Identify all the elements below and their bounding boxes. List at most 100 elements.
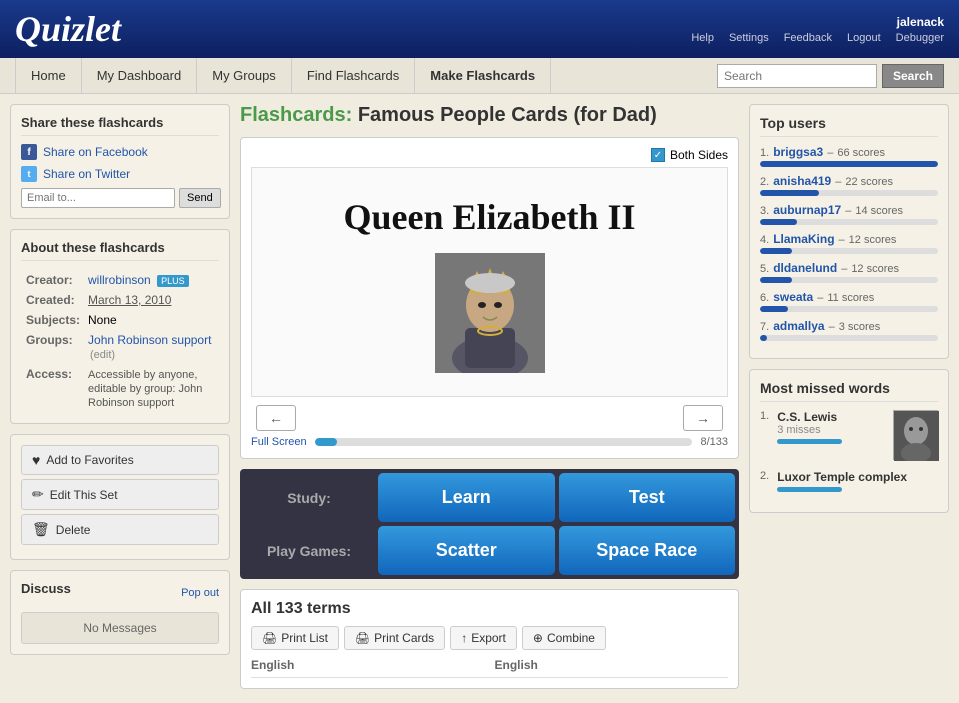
user-link[interactable]: sweata: [773, 290, 813, 304]
user-row: 5. dldanelund – 12 scores: [760, 261, 938, 275]
learn-button[interactable]: Learn: [378, 473, 555, 522]
user-rank: 2.: [760, 176, 769, 188]
list-item: 2. anisha419 – 22 scores: [760, 174, 938, 196]
nav-find[interactable]: Find Flashcards: [292, 58, 415, 93]
settings-link[interactable]: Settings: [729, 32, 769, 44]
queen-svg: [435, 253, 545, 373]
about-section: About these flashcards Creator: willrobi…: [10, 229, 230, 424]
about-title: About these flashcards: [21, 240, 219, 261]
logo: Quizlet: [15, 8, 121, 50]
list-item: 2. Luxor Temple complex: [760, 470, 938, 492]
header: Quizlet jalenack Help Settings Feedback …: [0, 0, 959, 58]
title-name: Famous People Cards (for Dad): [358, 104, 657, 126]
most-missed-section: Most missed words 1. C.S. Lewis 3 misses: [749, 369, 949, 513]
edit-icon: ✏: [32, 486, 44, 503]
print-cards-button[interactable]: 🖨 Print Cards: [344, 626, 445, 650]
access-label: Access:: [23, 365, 83, 411]
all-terms-section: All 133 terms 🖨 Print List 🖨 Print Cards…: [240, 589, 739, 689]
twitter-link[interactable]: t Share on Twitter: [21, 166, 219, 182]
both-sides-bar: ✓ Both Sides: [251, 148, 728, 162]
logout-link[interactable]: Logout: [847, 32, 881, 44]
space-race-button[interactable]: Space Race: [559, 526, 736, 575]
col2-header: English: [495, 658, 729, 672]
export-icon: ↑: [461, 631, 467, 645]
groups-label: Groups:: [23, 331, 83, 363]
user-link[interactable]: dldanelund: [773, 261, 837, 275]
full-screen-link[interactable]: Full Screen: [251, 436, 307, 448]
user-score: 3 scores: [839, 321, 881, 333]
print-list-button[interactable]: 🖨 Print List: [251, 626, 339, 650]
subjects-label: Subjects:: [23, 311, 83, 329]
list-item: 1. briggsa3 – 66 scores: [760, 145, 938, 167]
creator-link[interactable]: willrobinson: [88, 273, 151, 287]
user-bar: [760, 190, 819, 196]
user-row: 2. anisha419 – 22 scores: [760, 174, 938, 188]
nav-groups[interactable]: My Groups: [197, 58, 292, 93]
missed-word-info: Luxor Temple complex: [777, 470, 938, 492]
favorites-button[interactable]: ♥ Add to Favorites: [21, 445, 219, 475]
subjects-value: None: [88, 313, 117, 327]
feedback-link[interactable]: Feedback: [784, 32, 832, 44]
nav-bar: Home My Dashboard My Groups Find Flashca…: [0, 58, 959, 94]
user-link[interactable]: auburnap17: [773, 203, 841, 217]
facebook-link[interactable]: f Share on Facebook: [21, 144, 219, 160]
user-row: 4. LlamaKing – 12 scores: [760, 232, 938, 246]
nav-home[interactable]: Home: [15, 58, 82, 93]
main-content: Flashcards: Famous People Cards (for Dad…: [230, 104, 749, 689]
email-input[interactable]: [21, 188, 175, 208]
nav-dashboard[interactable]: My Dashboard: [82, 58, 198, 93]
study-label: Study:: [244, 473, 374, 522]
nav-make[interactable]: Make Flashcards: [415, 58, 551, 93]
user-link[interactable]: LlamaKing: [773, 232, 834, 246]
actions-section: ♥ Add to Favorites ✏ Edit This Set 🗑 Del…: [10, 434, 230, 560]
scatter-button[interactable]: Scatter: [378, 526, 555, 575]
export-label: Export: [471, 631, 506, 645]
test-button[interactable]: Test: [559, 473, 736, 522]
missed-rank: 2.: [760, 470, 769, 482]
export-button[interactable]: ↑ Export: [450, 626, 517, 650]
pop-out-link[interactable]: Pop out: [181, 587, 219, 599]
search-button[interactable]: Search: [882, 64, 944, 88]
card-container[interactable]: Queen Elizabeth II: [251, 167, 728, 397]
list-item: 7. admallya – 3 scores: [760, 319, 938, 341]
help-link[interactable]: Help: [691, 32, 714, 44]
debugger-link[interactable]: Debugger: [896, 32, 944, 44]
no-messages: No Messages: [21, 612, 219, 644]
missed-word-bar: [777, 439, 842, 444]
search-area: Search: [717, 64, 944, 88]
user-link[interactable]: admallya: [773, 319, 824, 333]
group-link[interactable]: John Robinson support: [88, 333, 211, 347]
list-item: 6. sweata – 11 scores: [760, 290, 938, 312]
print-list-icon: 🖨: [262, 631, 277, 645]
header-right: jalenack Help Settings Feedback Logout D…: [691, 15, 944, 44]
created-label: Created:: [23, 291, 83, 309]
user-bar: [760, 248, 792, 254]
send-button[interactable]: Send: [179, 188, 221, 208]
delete-button[interactable]: 🗑 Delete: [21, 514, 219, 545]
search-input[interactable]: [717, 64, 877, 88]
next-arrow[interactable]: →: [683, 405, 723, 431]
title-label: Flashcards:: [240, 104, 352, 126]
list-item: 1. C.S. Lewis 3 misses: [760, 410, 938, 460]
missed-word-count: 3 misses: [777, 424, 885, 436]
delete-icon: 🗑: [32, 521, 50, 538]
group-edit[interactable]: (edit): [90, 349, 115, 361]
discuss-title: Discuss: [21, 581, 71, 596]
prev-arrow[interactable]: ←: [256, 405, 296, 431]
card-counter: 8/133: [700, 436, 728, 448]
user-bar: [760, 219, 797, 225]
edit-button[interactable]: ✏ Edit This Set: [21, 479, 219, 510]
facebook-label: Share on Facebook: [43, 145, 148, 159]
user-link[interactable]: anisha419: [773, 174, 831, 188]
combine-button[interactable]: ⊕ Combine: [522, 626, 606, 650]
user-link[interactable]: briggsa3: [773, 145, 823, 159]
user-score: 22 scores: [845, 176, 893, 188]
user-bar: [760, 277, 792, 283]
user-bar: [760, 161, 938, 167]
plus-badge: PLUS: [157, 275, 189, 287]
sidebar: Share these flashcards f Share on Facebo…: [10, 104, 230, 689]
list-item: 3. auburnap17 – 14 scores: [760, 203, 938, 225]
user-rank: 4.: [760, 234, 769, 246]
both-sides-checkbox[interactable]: ✓: [651, 148, 665, 162]
twitter-icon: t: [21, 166, 37, 182]
